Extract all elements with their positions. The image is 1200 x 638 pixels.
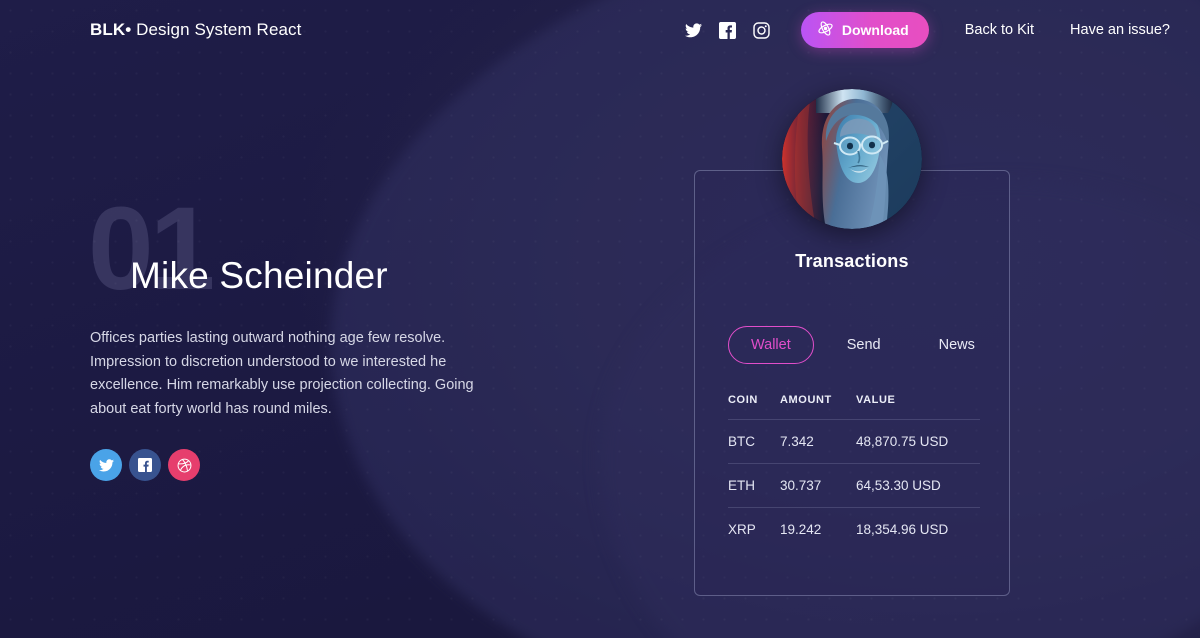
cell-value: 64,53.30 USD [856,463,980,508]
twitter-icon[interactable] [677,15,711,45]
column-header-coin: COIN [728,394,758,406]
download-button-label: Download [841,22,909,38]
instagram-icon[interactable] [745,15,779,45]
download-button[interactable]: Download [800,12,929,48]
social-button-twitter[interactable] [90,449,122,481]
card-tabs: Wallet Send News [695,326,1009,364]
top-navbar: BLK• Design System React Download Back t… [0,0,1200,60]
cell-amount: 7.342 [780,419,856,464]
nav-link-have-an-issue[interactable]: Have an issue? [1070,22,1170,38]
table-body: BTC 7.342 48,870.75 USD ETH 30.737 64,53… [728,419,980,551]
cell-coin: BTC [728,419,780,464]
column-header-amount: AMOUNT [780,394,832,406]
atom-icon [817,20,834,40]
card-title: Transactions [795,251,909,271]
table-row[interactable]: ETH 30.737 64,53.30 USD [728,463,980,508]
tab-send[interactable]: Send [828,326,900,364]
cell-coin: ETH [728,463,780,508]
facebook-icon [138,458,152,472]
dribbble-icon [177,458,192,473]
tab-wallet[interactable]: Wallet [728,326,814,364]
hero-section: 01 Mike Scheinder Offices parties lastin… [88,170,570,481]
table-header-row: COIN AMOUNT VALUE [728,394,980,420]
transactions-table: COIN AMOUNT VALUE BTC 7.342 48,870.75 US… [728,394,980,551]
social-buttons [90,449,570,481]
hero-title: Mike Scheinder [130,255,388,296]
tab-news[interactable]: News [920,326,994,364]
cell-amount: 30.737 [780,463,856,508]
cell-amount: 19.242 [780,507,856,551]
table-row[interactable]: XRP 19.242 18,354.96 USD [728,507,980,551]
social-button-facebook[interactable] [129,449,161,481]
transactions-card: Transactions Wallet Send News COIN AMOUN… [694,89,1010,596]
cell-value: 48,870.75 USD [856,419,980,464]
table-header: COIN AMOUNT VALUE [728,394,980,420]
table-row[interactable]: BTC 7.342 48,870.75 USD [728,419,980,464]
hero-paragraph: Offices parties lasting outward nothing … [90,330,474,417]
avatar [782,89,922,229]
brand-logo[interactable]: BLK• Design System React [90,20,301,40]
nav-link-back-to-kit[interactable]: Back to Kit [965,22,1034,38]
twitter-icon [98,458,114,472]
social-button-dribbble[interactable] [168,449,200,481]
column-header-value: VALUE [856,394,896,406]
brand-logo-bold: BLK• [90,20,132,39]
brand-logo-rest: Design System React [131,20,302,39]
cell-coin: XRP [728,507,780,551]
facebook-icon[interactable] [711,15,745,45]
navbar-right-group: Download Back to Kit Have an issue? [677,12,1170,48]
cell-value: 18,354.96 USD [856,507,980,551]
